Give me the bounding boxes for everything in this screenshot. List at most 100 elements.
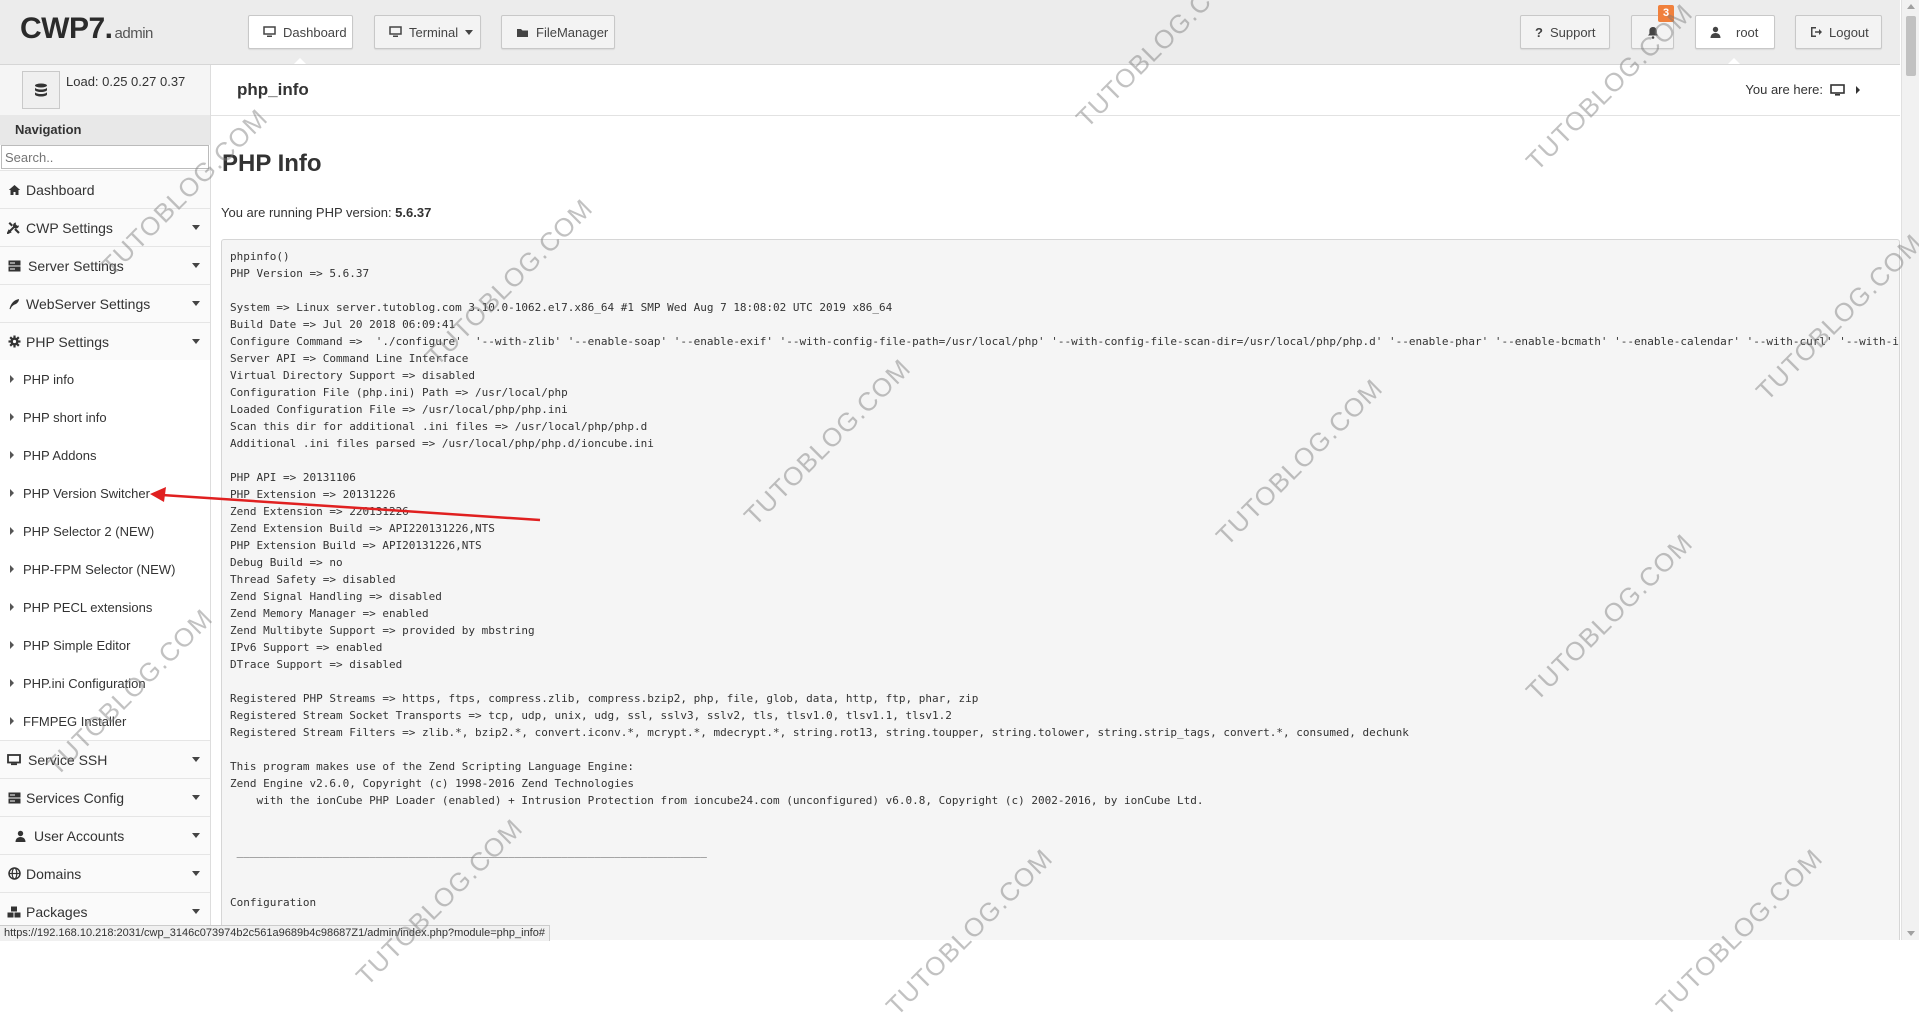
sidebar-item-service-ssh[interactable]: Service SSH — [0, 740, 210, 778]
phpinfo-line: This program makes use of the Zend Scrip… — [230, 760, 634, 773]
sidebar-subitem-php-fpm-selector[interactable]: PHP-FPM Selector (NEW) — [0, 550, 210, 588]
sidebar-subitem-php-short-info[interactable]: PHP short info — [0, 398, 210, 436]
monitor-icon[interactable] — [1830, 83, 1845, 96]
sidebar-subitem-label: PHP info — [23, 371, 75, 387]
chevron-down-icon — [192, 225, 200, 230]
phpinfo-line — [230, 809, 1899, 826]
sidebar-subitem-label: PHP short info — [23, 409, 107, 425]
app-logo[interactable]: CWP7. admin — [20, 12, 153, 46]
phpinfo-line: Build Date => Jul 20 2018 06:09:41 — [230, 318, 456, 331]
phpinfo-line — [230, 282, 1899, 299]
bell-icon — [1647, 26, 1658, 39]
sidebar-subitem-php-pecl-extensions[interactable]: PHP PECL extensions — [0, 588, 210, 626]
sidebar-item-domains[interactable]: Domains — [0, 854, 210, 892]
phpinfo-line: Scan this dir for additional .ini files … — [230, 420, 648, 433]
scroll-down-icon[interactable] — [1907, 931, 1915, 936]
status-bar-url: https://192.168.10.218:2031/cwp_3146c073… — [0, 925, 550, 941]
sidebar-subitem-php-info[interactable]: PHP info — [0, 360, 210, 398]
phpinfo-line: Zend Extension => 220131226 — [230, 505, 409, 518]
page-header: php_info You are here: — [211, 65, 1900, 116]
logout-button[interactable]: Logout — [1795, 15, 1882, 49]
user-icon — [1710, 26, 1721, 38]
phpinfo-line: Additional .ini files parsed => /usr/loc… — [230, 437, 654, 450]
notification-count-badge: 3 — [1658, 5, 1675, 22]
logo-sub-text: admin — [114, 25, 154, 42]
user-menu-pointer — [1728, 58, 1740, 64]
phpinfo-line: System => Linux server.tutoblog.com 3.10… — [230, 301, 893, 314]
chevron-right-icon — [10, 603, 14, 611]
sidebar-item-server-settings[interactable]: Server Settings — [0, 246, 210, 284]
sidebar-item-services-config[interactable]: Services Config — [0, 778, 210, 816]
sidebar-item-user-accounts[interactable]: User Accounts — [0, 816, 210, 854]
sidebar-item-php-settings[interactable]: PHP Settings — [0, 322, 210, 360]
chevron-right-icon — [10, 717, 14, 725]
sidebar-item-label: User Accounts — [34, 827, 125, 844]
top-header: CWP7. admin Dashboard Terminal FileManage… — [0, 0, 1900, 65]
phpinfo-line: Configuration File (php.ini) Path => /us… — [230, 386, 568, 399]
logout-label: Logout — [1829, 24, 1869, 40]
phpinfo-line: Zend Memory Manager => enabled — [230, 607, 429, 620]
sidebar-item-label: Domains — [26, 865, 82, 882]
sidebar-item-label: Services Config — [26, 789, 125, 806]
phpinfo-line: Registered PHP Streams => https, ftps, c… — [230, 692, 979, 705]
chevron-right-icon — [1856, 85, 1860, 94]
sidebar-item-label: WebServer Settings — [26, 295, 151, 312]
phpinfo-line: with the ionCube PHP Loader (enabled) + … — [230, 794, 1204, 807]
user-menu-button[interactable]: root — [1695, 15, 1775, 49]
user-label: root — [1736, 24, 1759, 40]
chevron-down-icon — [465, 29, 474, 35]
sidebar-search-input[interactable] — [1, 145, 209, 169]
phpinfo-line — [230, 826, 1899, 843]
feather-icon — [9, 298, 19, 309]
server-load-button[interactable] — [22, 71, 60, 109]
chevron-right-icon — [10, 375, 14, 383]
sidebar-subitem-php-version-switcher[interactable]: PHP Version Switcher — [0, 474, 210, 512]
folder-icon — [517, 28, 528, 37]
sidebar-subitem-php-addons[interactable]: PHP Addons — [0, 436, 210, 474]
support-button[interactable]: ? Support — [1520, 15, 1610, 49]
dashboard-button[interactable]: Dashboard — [248, 15, 353, 49]
tools-icon — [7, 222, 20, 234]
phpinfo-line: Registered Stream Socket Transports => t… — [230, 709, 952, 722]
monitor-icon — [7, 753, 21, 765]
phpinfo-line: DTrace Support => disabled — [230, 658, 403, 671]
phpinfo-line — [230, 673, 1899, 690]
scroll-up-icon[interactable] — [1907, 4, 1915, 9]
sidebar-item-label: PHP Settings — [26, 333, 110, 350]
server-load-panel: Load: 0.25 0.27 0.37 — [0, 65, 211, 116]
phpinfo-line: ________________________________________… — [230, 845, 707, 858]
phpinfo-line: Configuration — [230, 896, 317, 909]
chevron-right-icon — [10, 565, 14, 573]
phpinfo-line: Loaded Configuration File => /usr/local/… — [230, 403, 568, 416]
php-version-value: 5.6.37 — [395, 205, 432, 220]
sidebar-subitem-label: FFMPEG Installer — [23, 713, 127, 729]
phpinfo-output[interactable]: phpinfo() PHP Version => 5.6.37 System =>… — [221, 239, 1900, 940]
chevron-down-icon — [192, 833, 200, 838]
sidebar-subitem-php-simple-editor[interactable]: PHP Simple Editor — [0, 626, 210, 664]
chevron-down-icon — [192, 909, 200, 914]
filemanager-button[interactable]: FileManager — [501, 15, 615, 49]
phpinfo-line: IPv6 Support => enabled — [230, 641, 383, 654]
sidebar-item-webserver-settings[interactable]: WebServer Settings — [0, 284, 210, 322]
monitor-icon — [389, 26, 402, 37]
php-version-text: You are running PHP version: 5.6.37 — [221, 205, 431, 220]
chevron-down-icon — [192, 871, 200, 876]
sidebar-subitem-label: PHP-FPM Selector (NEW) — [23, 561, 176, 577]
phpinfo-line: Virtual Directory Support => disabled — [230, 369, 476, 382]
sidebar-subitem-ffmpeg-installer[interactable]: FFMPEG Installer — [0, 702, 210, 740]
page-scrollbar[interactable] — [1901, 0, 1919, 940]
sidebar-heading: Navigation — [0, 115, 210, 145]
sidebar-subitem-php-selector-2[interactable]: PHP Selector 2 (NEW) — [0, 512, 210, 550]
question-icon: ? — [1535, 24, 1543, 40]
user-icon — [15, 830, 25, 842]
sidebar-subitem-label: PHP Selector 2 (NEW) — [23, 523, 155, 539]
main-content: PHP Info You are running PHP version: 5.… — [211, 116, 1900, 940]
sidebar-item-cwp-settings[interactable]: CWP Settings — [0, 208, 210, 246]
phpinfo-line: PHP Version => 5.6.37 — [230, 267, 370, 280]
sidebar-subitem-label: PHP Version Switcher — [23, 485, 150, 501]
scrollbar-thumb[interactable] — [1906, 16, 1916, 76]
sidebar-item-dashboard[interactable]: Dashboard — [0, 170, 210, 208]
sidebar: Navigation Dashboard CWP Settings Server… — [0, 115, 211, 940]
terminal-button[interactable]: Terminal — [374, 15, 481, 49]
sidebar-subitem-php-ini-configuration[interactable]: PHP.ini Configuration — [0, 664, 210, 702]
